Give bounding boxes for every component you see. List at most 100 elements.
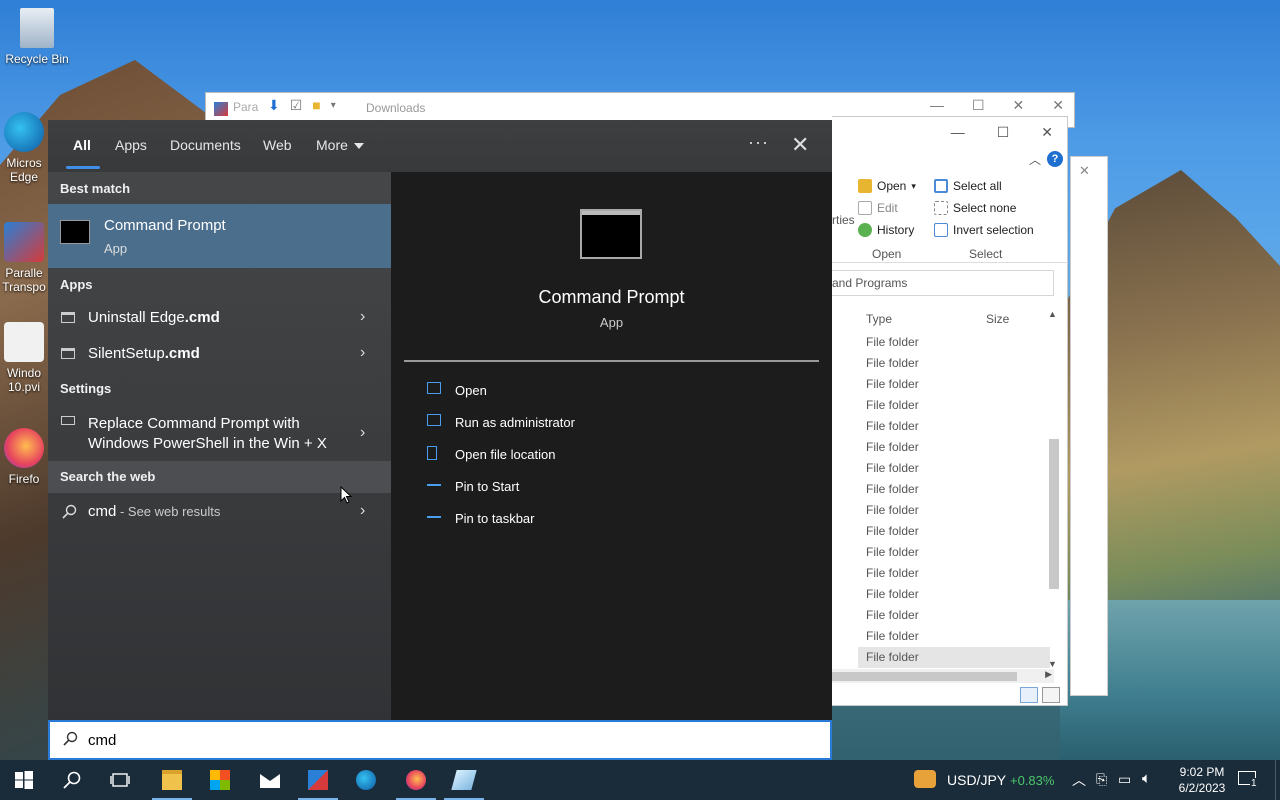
table-row[interactable]: File folder	[858, 500, 1050, 521]
checkbox-icon[interactable]: ☑	[290, 97, 303, 114]
desktop-icon-edge[interactable]: Micros Edge	[0, 112, 48, 184]
show-hidden-icons-chevron-icon[interactable]: ︿	[1072, 770, 1086, 800]
close-icon[interactable]: ✕	[1079, 163, 1090, 179]
table-row[interactable]: File folder	[858, 521, 1050, 542]
taskbar-edge[interactable]	[342, 760, 390, 800]
table-row[interactable]: File folder	[858, 416, 1050, 437]
details-view-icon[interactable]	[1020, 687, 1038, 703]
maximize-icon[interactable]: ☐	[972, 97, 985, 114]
table-row[interactable]: File folder	[858, 626, 1050, 647]
table-row[interactable]: File folder	[858, 332, 1050, 353]
usb-icon[interactable]: ⎘	[1096, 771, 1107, 800]
table-row[interactable]: File folder	[858, 584, 1050, 605]
action-label: Open file location	[455, 447, 556, 462]
scroll-up-icon[interactable]: ▲	[1048, 309, 1057, 319]
chevron-right-icon[interactable]: ›	[360, 344, 365, 362]
close-icon[interactable]: ✕	[1013, 97, 1025, 114]
more-options-icon[interactable]: ···	[748, 132, 769, 153]
ribbon-invert-selection-button[interactable]: Invert selection	[934, 219, 1034, 241]
preview-divider	[404, 360, 819, 362]
result-uninstall-edge[interactable]: Uninstall Edge.cmd ›	[48, 300, 391, 336]
table-row[interactable]: File folder	[858, 353, 1050, 374]
ribbon-select-all-button[interactable]: Select all	[934, 175, 1034, 197]
desktop-icon-parallels-transporter[interactable]: Paralle Transpo	[0, 222, 48, 294]
table-row[interactable]: File folder	[858, 437, 1050, 458]
desktop-icon-firefox[interactable]: Firefo	[0, 428, 48, 486]
scrollbar-thumb[interactable]	[832, 672, 1017, 681]
minimize-icon[interactable]: —	[951, 124, 965, 141]
table-row[interactable]: File folder	[858, 647, 1050, 668]
start-button[interactable]	[0, 760, 48, 800]
horizontal-scrollbar[interactable]: ▶	[832, 669, 1054, 683]
chevron-right-icon[interactable]: ›	[360, 502, 365, 520]
edge-icon	[356, 770, 376, 790]
best-match-title: Command Prompt	[104, 217, 226, 234]
ribbon-edit-button[interactable]: Edit	[858, 197, 916, 219]
tab-more[interactable]: More	[316, 137, 364, 153]
tab-apps[interactable]: Apps	[115, 137, 147, 153]
best-match-command-prompt[interactable]: Command Prompt App	[48, 204, 391, 268]
scrollbar-thumb[interactable]	[1049, 439, 1059, 589]
large-icons-view-icon[interactable]	[1042, 687, 1060, 703]
ribbon-collapse-chevron-icon[interactable]: ︿	[1029, 151, 1041, 168]
action-label: Pin to taskbar	[455, 511, 535, 526]
taskbar-file-explorer[interactable]	[148, 760, 196, 800]
taskbar-parallels[interactable]	[294, 760, 342, 800]
chevron-right-icon[interactable]: ›	[360, 308, 365, 326]
help-icon[interactable]: ?	[1047, 151, 1063, 167]
dropdown-caret-icon[interactable]: ▾	[331, 97, 336, 114]
ribbon-open-button[interactable]: Open ▾	[858, 175, 916, 197]
taskbar-mail[interactable]	[246, 760, 294, 800]
table-row[interactable]: File folder	[858, 458, 1050, 479]
ribbon-select-none-button[interactable]: Select none	[934, 197, 1034, 219]
tab-documents[interactable]: Documents	[170, 137, 241, 153]
vertical-scrollbar[interactable]: ▲ ▼	[1047, 309, 1059, 669]
cmd-script-icon	[61, 312, 75, 323]
file-explorer-window[interactable]: — ☐ ✕ ︿ ? rties Open ▾ Edit History Sele…	[832, 116, 1068, 706]
tab-all[interactable]: All	[73, 137, 91, 153]
volume-icon[interactable]: 🔈︎	[1142, 770, 1151, 800]
folder-icon[interactable]: ■	[312, 97, 320, 114]
column-header-type[interactable]: Type	[866, 312, 892, 326]
minimize-icon[interactable]: —	[930, 97, 944, 114]
taskbar-store[interactable]	[196, 760, 244, 800]
column-header-size[interactable]: Size	[986, 312, 1009, 326]
clock[interactable]: 9:02 PM 6/2/2023	[1170, 764, 1234, 796]
network-icon[interactable]: ▭	[1118, 771, 1131, 800]
download-arrow-icon[interactable]: ⬇	[268, 97, 280, 114]
desktop-icon-windows-pvm[interactable]: Windo 10.pvi	[0, 322, 48, 394]
scroll-right-icon[interactable]: ▶	[1045, 669, 1052, 680]
task-view-button[interactable]	[96, 760, 144, 800]
background-window-edge[interactable]: ✕	[1070, 156, 1108, 696]
tab-web[interactable]: Web	[263, 137, 292, 153]
chevron-right-icon[interactable]: ›	[360, 424, 365, 442]
result-replace-command-prompt-setting[interactable]: Replace Command Prompt with Windows Powe…	[48, 408, 391, 464]
address-bar[interactable]: and Programs	[832, 270, 1054, 296]
search-input[interactable]	[88, 729, 788, 751]
search-box[interactable]	[48, 720, 832, 760]
desktop-icon-label: Micros Edge	[6, 156, 42, 184]
result-label: SilentSetup.cmd	[88, 345, 200, 362]
table-row[interactable]: File folder	[858, 479, 1050, 500]
scroll-down-icon[interactable]: ▼	[1048, 659, 1057, 669]
ribbon-group-select: Select all Select none Invert selection	[934, 175, 1034, 241]
close-icon[interactable]: ✕	[791, 132, 809, 158]
close-icon[interactable]: ✕	[1041, 124, 1053, 141]
maximize-icon[interactable]: ☐	[997, 124, 1010, 141]
ribbon-history-button[interactable]: History	[858, 219, 916, 241]
table-row[interactable]: File folder	[858, 395, 1050, 416]
table-row[interactable]: File folder	[858, 563, 1050, 584]
history-icon	[858, 223, 872, 237]
result-silentsetup[interactable]: SilentSetup.cmd ›	[48, 336, 391, 372]
table-row[interactable]: File folder	[858, 542, 1050, 563]
desktop-icon-recycle-bin[interactable]: Recycle Bin	[0, 8, 74, 66]
close-icon[interactable]: ✕	[1052, 97, 1064, 114]
taskbar-firefox[interactable]	[392, 760, 440, 800]
taskbar-app[interactable]	[440, 760, 488, 800]
file-location-icon	[427, 446, 437, 460]
table-row[interactable]: File folder	[858, 605, 1050, 626]
action-center-button[interactable]: 1	[1238, 769, 1260, 791]
table-row[interactable]: File folder	[858, 374, 1050, 395]
taskbar-search-button[interactable]	[48, 760, 96, 800]
show-desktop-button[interactable]	[1275, 760, 1280, 800]
